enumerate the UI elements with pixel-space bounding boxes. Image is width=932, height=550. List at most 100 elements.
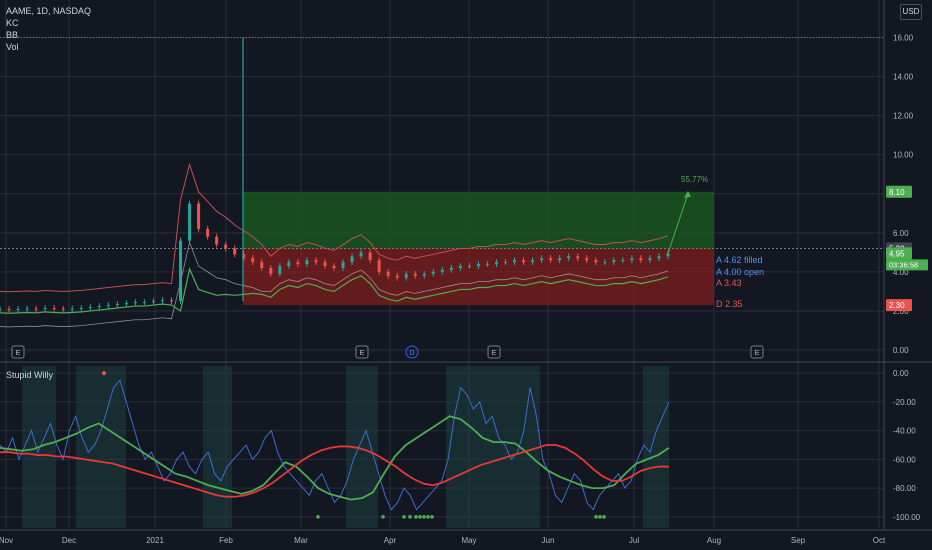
bull-signal-dot: [408, 515, 412, 519]
x-tick-label: Oct: [873, 536, 886, 545]
bull-signal-dot: [414, 515, 418, 519]
candle-body: [106, 305, 110, 307]
price-tag-label: 4.95: [889, 249, 905, 258]
candle-body: [323, 262, 327, 267]
indicator-kc[interactable]: KC: [6, 17, 91, 29]
candle-body: [160, 300, 164, 302]
event-marker-label: E: [754, 348, 759, 357]
signal-zone: [643, 366, 669, 528]
candle-body: [657, 256, 661, 259]
y-tick-label: 6.00: [893, 229, 909, 238]
oscillator-title[interactable]: Stupid Willy: [6, 369, 53, 381]
candle-body: [621, 260, 625, 262]
candle-body: [332, 266, 336, 268]
profit-zone: [243, 191, 714, 249]
candle-body: [350, 256, 354, 263]
bull-signal-dot: [430, 515, 434, 519]
candle-body: [440, 269, 444, 272]
chart-legend: AAME, 1D, NASDAQ KC BB Vol: [6, 5, 91, 53]
target-percent-label: 55.77%: [681, 175, 708, 184]
candle-body: [79, 308, 83, 310]
position-annotation: A 4.62 filled: [716, 255, 763, 265]
candle-body: [404, 273, 408, 278]
indicator-bb[interactable]: BB: [6, 29, 91, 41]
bull-signal-dot: [316, 515, 320, 519]
candle-body: [305, 260, 309, 265]
loss-zone: [243, 248, 714, 306]
candle-body: [513, 260, 517, 263]
candle-body: [476, 264, 480, 267]
x-tick-label: Feb: [219, 536, 233, 545]
candle-body: [567, 256, 571, 259]
y-tick-label: 12.00: [893, 112, 914, 121]
candle-body: [142, 302, 146, 304]
x-tick-label: Aug: [707, 536, 721, 545]
chart-canvas[interactable]: 0.002.004.006.008.0010.0012.0014.0016.00…: [0, 0, 932, 550]
candle-body: [287, 262, 291, 267]
candle-body: [251, 258, 255, 263]
symbol-title[interactable]: AAME, 1D, NASDAQ: [6, 5, 91, 17]
candle-body: [314, 260, 318, 263]
bull-signal-dot: [418, 515, 422, 519]
candle-body: [43, 308, 47, 310]
candle-body: [386, 271, 390, 276]
candle-body: [377, 260, 381, 272]
x-tick-label: May: [461, 536, 476, 545]
candle-body: [558, 258, 562, 261]
event-marker-label: E: [15, 348, 20, 357]
y-tick-label: 14.00: [893, 73, 914, 82]
candle-body: [215, 236, 219, 245]
candle-body: [639, 258, 643, 261]
osc-y-tick-label: -100.00: [893, 513, 921, 522]
y-tick-label: 10.00: [893, 151, 914, 160]
x-tick-label: 2021: [146, 536, 164, 545]
candle-body: [368, 252, 372, 261]
candle-body: [133, 302, 137, 304]
countdown-label: 03:36:58: [889, 260, 918, 269]
candle-body: [630, 258, 634, 261]
candle-body: [115, 304, 119, 306]
candle-body: [188, 203, 192, 241]
candle-body: [413, 273, 417, 276]
position-annotation: A 3.43: [716, 278, 742, 288]
candle-body: [233, 248, 237, 255]
event-marker-label: E: [491, 348, 496, 357]
candle-body: [151, 301, 155, 303]
osc-y-tick-label: 0.00: [893, 369, 909, 378]
y-tick-label: 0.00: [893, 346, 909, 355]
indicator-vol[interactable]: Vol: [6, 41, 91, 53]
osc-y-tick-label: -60.00: [893, 455, 916, 464]
candle-body: [467, 266, 471, 268]
candle-body: [70, 308, 74, 310]
x-tick-label: Dec: [62, 536, 76, 545]
currency-button[interactable]: USD: [900, 4, 922, 20]
candle-body: [7, 308, 11, 310]
bull-signal-dot: [426, 515, 430, 519]
candle-body: [485, 264, 489, 266]
candle-body: [585, 258, 589, 261]
candle-body: [224, 244, 228, 249]
candle-body: [296, 262, 300, 265]
bull-signal-dot: [602, 515, 606, 519]
candle-body: [206, 228, 210, 237]
candle-body: [612, 260, 616, 263]
candle-body: [603, 262, 607, 264]
candle-body: [52, 308, 56, 310]
candle-body: [648, 258, 652, 261]
candle-body: [61, 308, 65, 310]
candle-body: [576, 256, 580, 259]
candle-body: [16, 308, 20, 310]
bull-signal-dot: [422, 515, 426, 519]
bull-signal-dot: [594, 515, 598, 519]
bear-signal-dot: [102, 371, 106, 376]
x-tick-label: Jun: [542, 536, 555, 545]
candle-body: [540, 258, 544, 261]
osc-y-tick-label: -40.00: [893, 427, 916, 436]
candle-body: [25, 308, 29, 310]
candle-body: [341, 262, 345, 268]
candle-body: [395, 275, 399, 278]
signal-zone: [203, 366, 232, 528]
x-tick-label: Mar: [294, 536, 308, 545]
position-annotation: A 4.00 open: [716, 267, 764, 277]
candle-body: [34, 308, 38, 310]
